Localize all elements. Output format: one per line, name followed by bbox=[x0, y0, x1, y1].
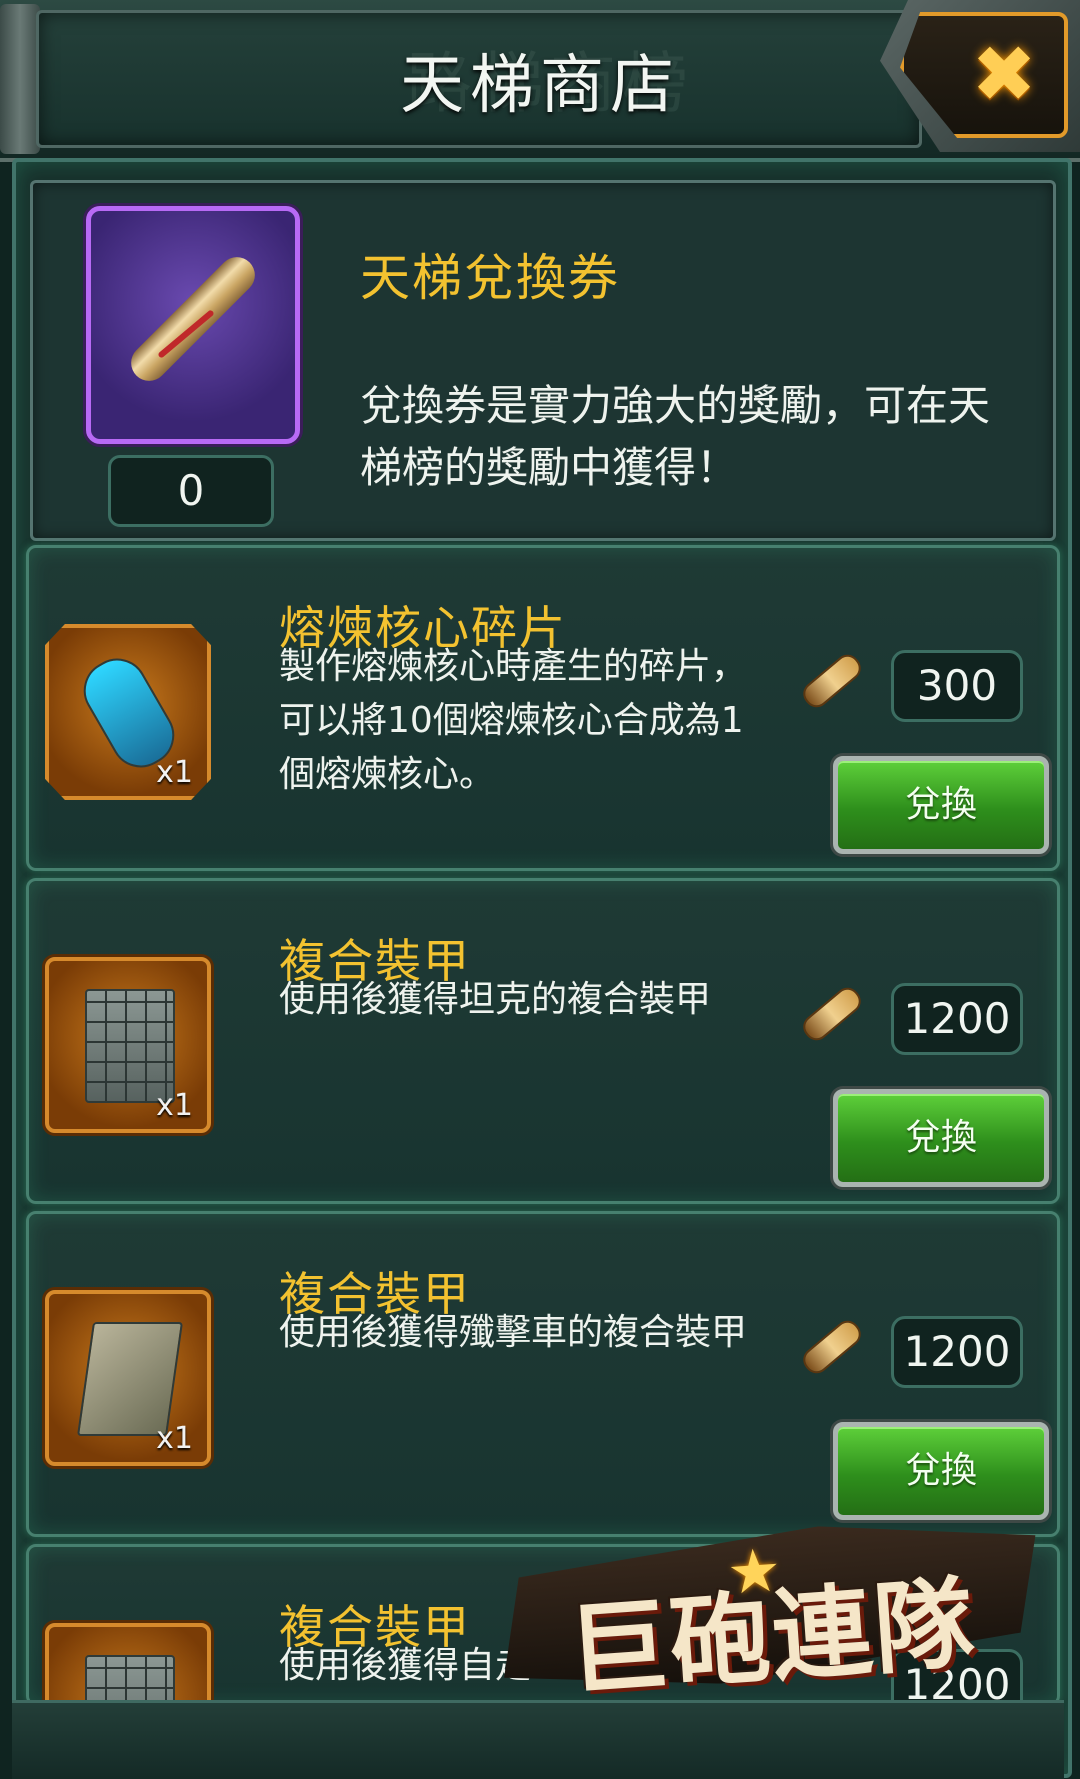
scroll-body bbox=[123, 249, 263, 389]
item-description: 製作熔煉核心時產生的碎片，可以將10個熔煉核心合成為1個熔煉核心。 bbox=[279, 646, 748, 795]
page-title: 天梯商店 bbox=[400, 49, 680, 123]
game-logo: 巨砲連隊 ★ bbox=[493, 1481, 1047, 1738]
voucher-cost-icon bbox=[801, 1318, 863, 1376]
item-quantity: x1 bbox=[156, 1088, 193, 1123]
item-description: 使用後獲得坦克的複合裝甲 bbox=[279, 979, 712, 1020]
shop-item: x1 複合裝甲 使用後獲得坦克的複合裝甲 1200 兌換 bbox=[26, 878, 1060, 1204]
armor-plate-icon[interactable]: x1 bbox=[45, 1290, 211, 1466]
header-bolt bbox=[0, 4, 40, 154]
armor-plate-icon[interactable]: x1 bbox=[45, 957, 211, 1133]
close-icon: ✖ bbox=[971, 30, 1037, 120]
voucher-description: 兌換券是實力強大的獎勵，可在天梯榜的獎勵中獲得！ bbox=[360, 381, 991, 492]
item-price: 1200 bbox=[891, 983, 1023, 1055]
armor-art bbox=[85, 989, 175, 1103]
exchange-button[interactable]: 兌換 bbox=[833, 1089, 1049, 1187]
armor-plate-icon[interactable] bbox=[45, 1623, 211, 1703]
scroll-icon bbox=[86, 206, 300, 444]
armor-art bbox=[85, 1655, 175, 1703]
voucher-count: 0 bbox=[108, 455, 274, 527]
star-icon: ★ bbox=[724, 1535, 784, 1609]
item-quantity: x1 bbox=[156, 755, 193, 790]
item-quantity: x1 bbox=[156, 1421, 193, 1456]
item-price: 300 bbox=[891, 650, 1023, 722]
voucher-name: 天梯兌換券 bbox=[360, 249, 620, 307]
exchange-button[interactable]: 兌換 bbox=[833, 756, 1049, 854]
item-price: 1200 bbox=[891, 1316, 1023, 1388]
voucher-cost-icon bbox=[801, 652, 863, 710]
shop-item: x1 熔煉核心碎片 製作熔煉核心時產生的碎片，可以將10個熔煉核心合成為1個熔煉… bbox=[26, 545, 1060, 871]
voucher-cost-icon bbox=[801, 985, 863, 1043]
header-bar: 路梯商榜 天梯商店 ✖ bbox=[0, 0, 1080, 162]
armor-art bbox=[76, 1322, 184, 1436]
shop-item: x1 複合裝甲 使用後獲得殲擊車的複合裝甲 1200 兌換 bbox=[26, 1211, 1060, 1537]
item-description: 使用後獲得殲擊車的複合裝甲 bbox=[279, 1312, 748, 1353]
core-fragment-icon[interactable]: x1 bbox=[45, 624, 211, 800]
